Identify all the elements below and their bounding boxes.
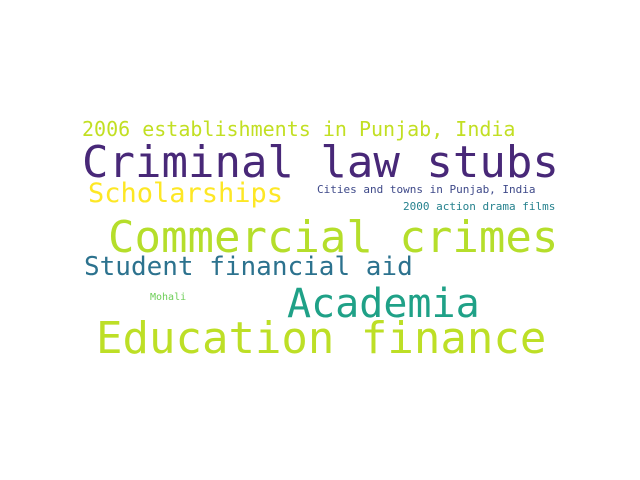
word-2000-action-drama-films: 2000 action drama films bbox=[403, 200, 556, 213]
word-mohali: Mohali bbox=[150, 292, 187, 303]
word-cities-and-towns: Cities and towns in Punjab, India bbox=[317, 183, 536, 196]
word-cloud: 2006 establishments in Punjab, India Cri… bbox=[0, 0, 640, 480]
word-education-finance: Education finance bbox=[96, 313, 547, 364]
word-student-financial-aid: Student financial aid bbox=[84, 252, 413, 282]
word-scholarships: Scholarships bbox=[88, 178, 284, 209]
word-2006-establishments: 2006 establishments in Punjab, India bbox=[82, 117, 516, 141]
